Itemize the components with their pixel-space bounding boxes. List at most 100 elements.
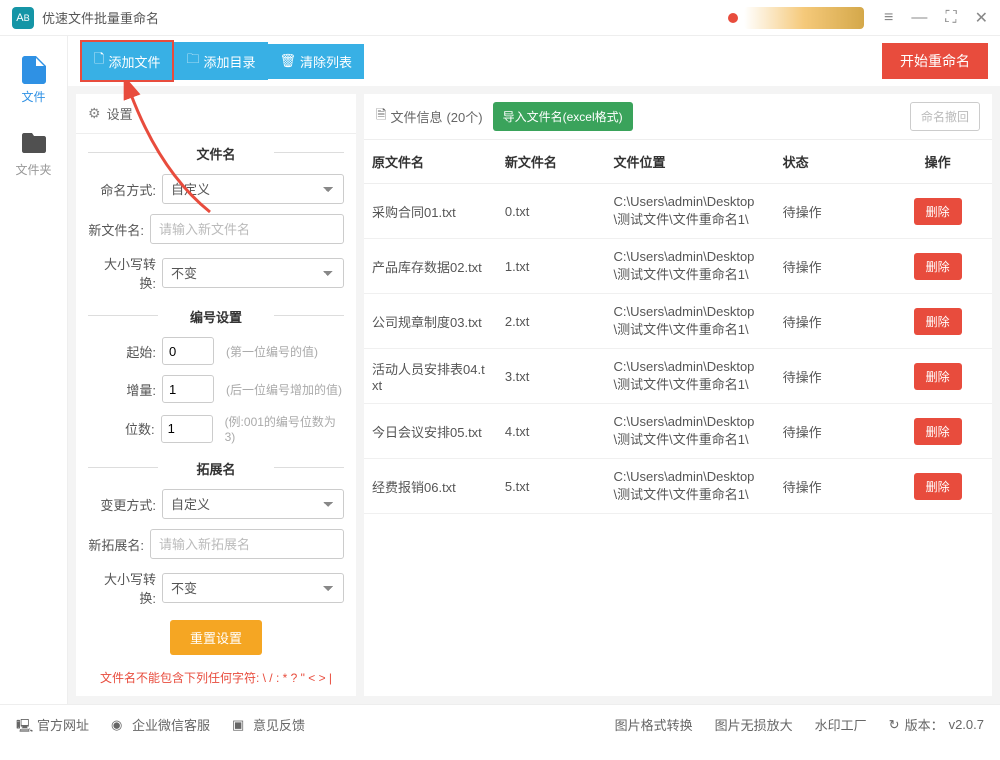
cell-path: C:\Users\admin\Desktop\测试文件\文件重命名1\ — [606, 294, 775, 349]
delete-row-button[interactable]: 删除 — [914, 363, 962, 390]
add-file-button[interactable]: 🗋 添加文件 — [80, 40, 174, 82]
cell-action: 删除 — [883, 239, 992, 294]
sidebar-item-folders[interactable]: 文件夹 — [0, 117, 67, 190]
gear-icon: ⚙ — [88, 105, 101, 122]
undo-rename-button[interactable]: 命名撤回 — [910, 102, 980, 131]
new-filename-label: 新文件名: — [88, 220, 144, 239]
col-path: 文件位置 — [606, 140, 775, 184]
minimize-icon[interactable]: — — [911, 9, 927, 27]
cell-original: 活动人员安排表04.txt — [364, 349, 497, 404]
ext-case-select[interactable]: 不变 — [162, 573, 344, 603]
import-excel-button[interactable]: 导入文件名(excel格式) — [493, 102, 633, 131]
clear-list-button[interactable]: 🗑 清除列表 — [268, 44, 365, 79]
user-banner[interactable] — [744, 7, 864, 29]
add-folder-button[interactable]: 🗀 添加目录 — [174, 42, 267, 80]
cell-status: 待操作 — [775, 294, 884, 349]
cell-status: 待操作 — [775, 184, 884, 239]
folder-plus-icon: 🗀 — [186, 50, 199, 72]
cell-path: C:\Users\admin\Desktop\测试文件\文件重命名1\ — [606, 184, 775, 239]
ext-new-label: 新拓展名: — [88, 535, 144, 554]
cell-action: 删除 — [883, 404, 992, 459]
ext-new-input[interactable] — [150, 529, 344, 559]
delete-row-button[interactable]: 删除 — [914, 308, 962, 335]
cell-newname: 0.txt — [497, 184, 606, 239]
ext-mode-label: 变更方式: — [88, 495, 156, 514]
cell-path: C:\Users\admin\Desktop\测试文件\文件重命名1\ — [606, 349, 775, 404]
settings-header: ⚙ 设置 — [76, 94, 356, 134]
filename-section-title: 文件名 — [76, 134, 356, 169]
increment-input[interactable] — [162, 375, 214, 403]
app-title: 优速文件批量重命名 — [42, 8, 728, 27]
feedback-link[interactable]: ▣意见反馈 — [232, 715, 305, 734]
naming-mode-select[interactable]: 自定义 — [162, 174, 344, 204]
notification-dot — [728, 13, 738, 23]
cell-action: 删除 — [883, 294, 992, 349]
table-row: 公司规章制度03.txt 2.txt C:\Users\admin\Deskto… — [364, 294, 992, 349]
cell-newname: 4.txt — [497, 404, 606, 459]
menu-icon[interactable]: ≡ — [884, 9, 893, 27]
feedback-icon: ▣ — [232, 717, 248, 733]
cell-newname: 5.txt — [497, 459, 606, 514]
maximize-icon[interactable]: ⛶ — [945, 9, 956, 27]
footer: 🖳官方网址 ◉企业微信客服 ▣意见反馈 图片格式转换 图片无损放大 水印工厂 ↻… — [0, 704, 1000, 744]
naming-mode-label: 命名方式: — [88, 180, 156, 199]
case-convert-select[interactable]: 不变 — [162, 258, 344, 288]
digits-hint: (例:001的编号位数为3) — [225, 413, 344, 444]
cell-original: 采购合同01.txt — [364, 184, 497, 239]
toolbar: 🗋 添加文件 🗀 添加目录 🗑 清除列表 开始重命名 — [68, 36, 1000, 86]
reset-settings-button[interactable]: 重置设置 — [170, 620, 262, 655]
sidebar: 文件 文件夹 — [0, 36, 68, 704]
start-rename-button[interactable]: 开始重命名 — [882, 43, 988, 79]
delete-row-button[interactable]: 删除 — [914, 253, 962, 280]
globe-icon: 🖳 — [16, 717, 32, 733]
cell-action: 删除 — [883, 459, 992, 514]
cell-newname: 2.txt — [497, 294, 606, 349]
sidebar-item-files[interactable]: 文件 — [0, 44, 67, 117]
img-convert-link[interactable]: 图片格式转换 — [615, 715, 693, 734]
cell-original: 公司规章制度03.txt — [364, 294, 497, 349]
sidebar-label-folders: 文件夹 — [15, 161, 51, 178]
cell-newname: 1.txt — [497, 239, 606, 294]
document-icon: 🗎 — [376, 106, 386, 128]
wechat-support-link[interactable]: ◉企业微信客服 — [111, 715, 210, 734]
case-convert-label: 大小写转换: — [88, 254, 156, 292]
col-newname: 新文件名 — [497, 140, 606, 184]
new-filename-input[interactable] — [150, 214, 344, 244]
table-row: 采购合同01.txt 0.txt C:\Users\admin\Desktop\… — [364, 184, 992, 239]
titlebar: AB 优速文件批量重命名 ≡ — ⛶ ✕ — [0, 0, 1000, 36]
increment-hint: (后一位编号增加的值) — [226, 381, 342, 398]
settings-panel: ⚙ 设置 文件名 命名方式: 自定义 新文件名: 大小写转换: 不变 编号设置 — [76, 94, 356, 696]
close-icon[interactable]: ✕ — [975, 8, 988, 28]
img-scale-link[interactable]: 图片无损放大 — [715, 715, 793, 734]
delete-row-button[interactable]: 删除 — [914, 198, 962, 225]
table-row: 今日会议安排05.txt 4.txt C:\Users\admin\Deskto… — [364, 404, 992, 459]
version-info[interactable]: ↻版本：v2.0.7 — [889, 715, 984, 734]
sidebar-label-files: 文件 — [21, 88, 45, 105]
digits-input[interactable] — [161, 415, 213, 443]
file-icon — [22, 56, 46, 84]
file-table-scroll[interactable]: 原文件名 新文件名 文件位置 状态 操作 采购合同01.txt 0.txt C:… — [364, 140, 992, 696]
cell-status: 待操作 — [775, 239, 884, 294]
start-hint: (第一位编号的值) — [226, 343, 318, 360]
file-plus-icon: 🗋 — [94, 50, 104, 72]
delete-row-button[interactable]: 删除 — [914, 418, 962, 445]
cell-action: 删除 — [883, 184, 992, 239]
increment-label: 增量: — [88, 380, 156, 399]
delete-row-button[interactable]: 删除 — [914, 473, 962, 500]
col-status: 状态 — [775, 140, 884, 184]
start-number-label: 起始: — [88, 342, 156, 361]
ext-section-title: 拓展名 — [76, 449, 356, 484]
cell-status: 待操作 — [775, 349, 884, 404]
table-row: 活动人员安排表04.txt 3.txt C:\Users\admin\Deskt… — [364, 349, 992, 404]
refresh-icon: ↻ — [889, 717, 900, 733]
start-number-input[interactable] — [162, 337, 214, 365]
wechat-icon: ◉ — [111, 717, 127, 733]
number-section-title: 编号设置 — [76, 297, 356, 332]
cell-path: C:\Users\admin\Desktop\测试文件\文件重命名1\ — [606, 404, 775, 459]
folder-icon — [22, 129, 46, 157]
app-icon: AB — [12, 7, 34, 29]
watermark-link[interactable]: 水印工厂 — [815, 715, 867, 734]
ext-mode-select[interactable]: 自定义 — [162, 489, 344, 519]
official-site-link[interactable]: 🖳官方网址 — [16, 715, 89, 734]
cell-status: 待操作 — [775, 459, 884, 514]
